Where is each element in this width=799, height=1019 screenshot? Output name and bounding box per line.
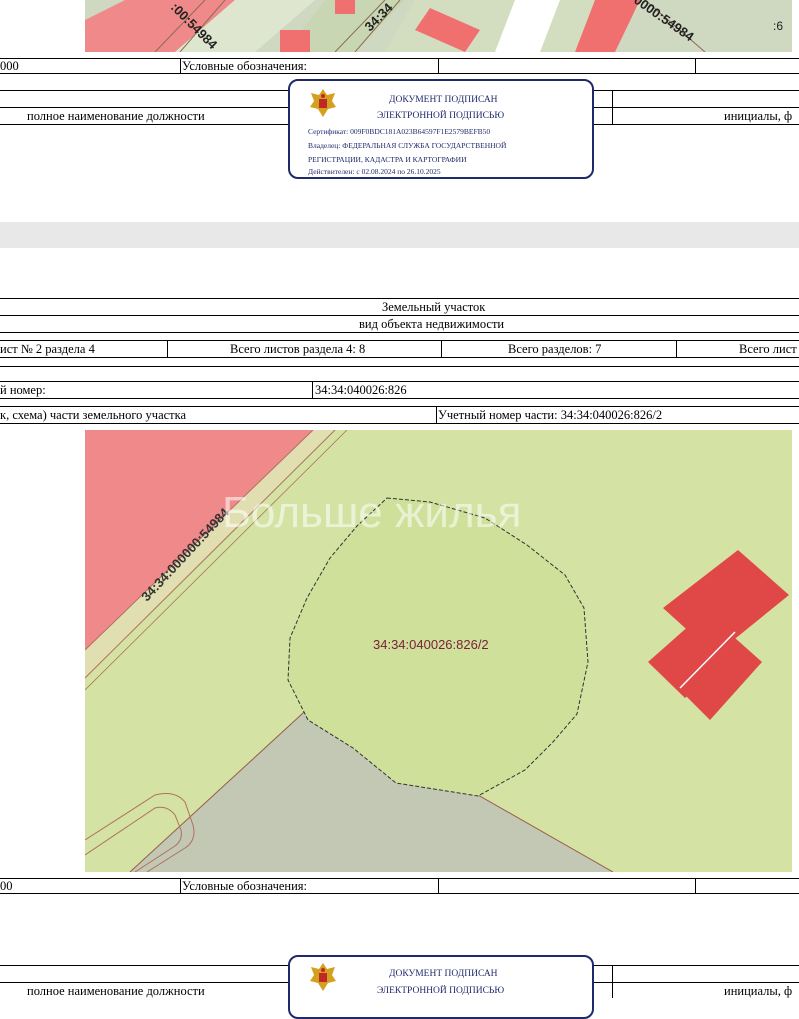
- parcel-label: 34:34:040026:826/2: [373, 637, 489, 652]
- stamp-owner-2: РЕГИСТРАЦИИ, КАДАСТРА И КАРТОГРАФИИ: [308, 155, 467, 164]
- stamp-subtitle-2: ЭЛЕКТРОННОЙ ПОДПИСЬЮ: [377, 986, 505, 996]
- sections-total: Всего разделов: 7: [508, 342, 602, 356]
- stamp-title-2: ДОКУМЕНТ ПОДПИСАН: [389, 969, 498, 979]
- scale-fragment-2: 00: [0, 879, 13, 893]
- stamp-certificate: Сертификат: 009F0BDC181A023B64597F1E2579…: [308, 127, 491, 136]
- sheet-info: ист № 2 раздела 4: [0, 342, 95, 356]
- stamp-subtitle: ЭЛЕКТРОННОЙ ПОДПИСЬЮ: [377, 111, 505, 121]
- top-page-number: :6: [773, 19, 783, 33]
- initials-label-1: инициалы, ф: [724, 109, 793, 123]
- legend-label-2: Условные обозначения:: [182, 879, 308, 893]
- legend-label-1: Условные обозначения:: [182, 59, 308, 73]
- object-subtitle: вид объекта недвижимости: [359, 317, 505, 331]
- stamp-validity: Действителен: с 02.08.2024 по 26.10.2025: [308, 167, 441, 176]
- part-number-label: Учетный номер части: 34:34:040026:826/2: [438, 408, 663, 422]
- stamp-owner-1: Владелец: ФЕДЕРАЛЬНАЯ СЛУЖБА ГОСУДАРСТВЕ…: [308, 141, 507, 150]
- emblem-icon: [310, 89, 336, 117]
- sheets-total: Всего лист: [739, 342, 797, 356]
- cadastral-value: 34:34:040026:826: [315, 383, 407, 397]
- position-label-2: полное наименование должности: [27, 984, 205, 998]
- signature-stamp: ДОКУМЕНТ ПОДПИСАН ЭЛЕКТРОННОЙ ПОДПИСЬЮ С…: [288, 79, 594, 179]
- plan-label: к, схема) части земельного участка: [0, 408, 187, 422]
- initials-label-2: инициалы, ф: [724, 984, 793, 998]
- scale-fragment-1: 000: [0, 59, 19, 73]
- stamp-title: ДОКУМЕНТ ПОДПИСАН: [389, 95, 498, 105]
- emblem-icon: [310, 963, 336, 991]
- position-label-1: полное наименование должности: [27, 109, 205, 123]
- page-separator: [0, 222, 799, 248]
- cadastral-label: й номер:: [0, 383, 46, 397]
- sheets-in-section: Всего листов раздела 4: 8: [230, 342, 366, 356]
- watermark: Больше жилья: [222, 488, 521, 537]
- signature-stamp-2: ДОКУМЕНТ ПОДПИСАН ЭЛЕКТРОННОЙ ПОДПИСЬЮ: [288, 955, 594, 1019]
- top-map-fragment: :00:54984 34:34 0000:54984 :6: [85, 0, 792, 52]
- cadastral-map: 34:34:000000:54984 34:34:040026:826/2 Бо…: [85, 430, 792, 872]
- object-title: Земельный участок: [382, 300, 486, 314]
